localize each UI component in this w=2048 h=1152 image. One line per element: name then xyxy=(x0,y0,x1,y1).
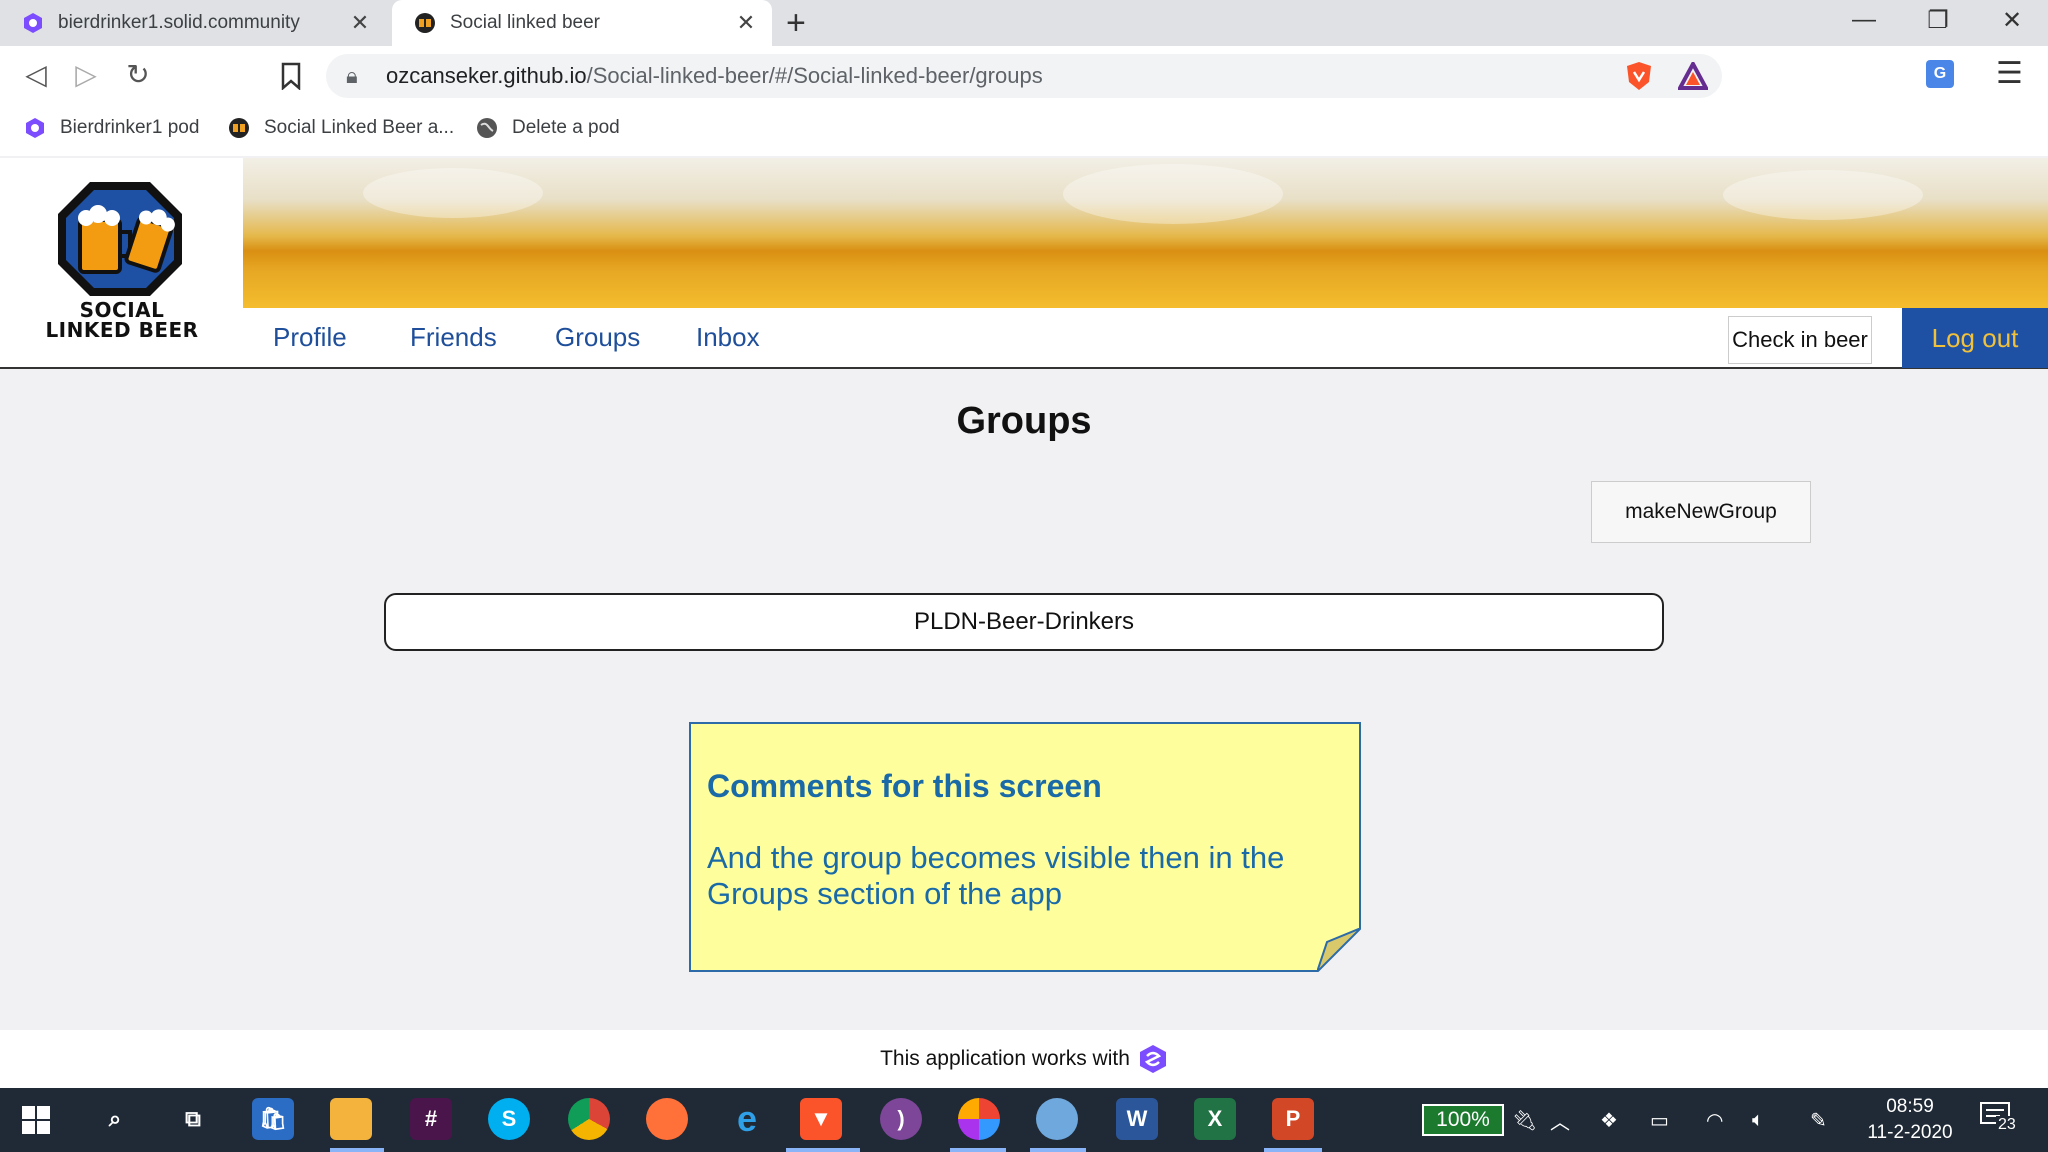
nav-friends[interactable]: Friends xyxy=(410,322,497,353)
browser-tab-bar: bierdrinker1.solid.community ✕ Social li… xyxy=(0,0,2048,46)
beer-banner xyxy=(243,158,2048,308)
app-swirl-icon[interactable] xyxy=(958,1098,1000,1140)
volume-icon[interactable]: 🔈︎ xyxy=(1752,1088,1764,1152)
url-path: /Social-linked-beer/#/Social-linked-beer… xyxy=(586,63,1043,88)
app-logo[interactable]: SOCIAL LINKED BEER xyxy=(40,180,204,350)
power-plug-icon: 🔌︎ xyxy=(1512,1109,1538,1132)
chrome-icon[interactable] xyxy=(568,1098,610,1140)
brave-icon[interactable]: ▼ xyxy=(800,1098,842,1140)
nav-inbox[interactable]: Inbox xyxy=(696,322,760,353)
beer-logo-icon xyxy=(229,118,249,138)
address-bar[interactable]: 🔒︎ ozcanseker.github.io/Social-linked-be… xyxy=(326,54,1722,98)
solid-icon xyxy=(24,13,42,33)
bookmark-social-linked-beer[interactable]: Social Linked Beer a... xyxy=(228,106,454,150)
clock-date: 11-2-2020 xyxy=(1867,1122,1953,1143)
bookmark-label: Bierdrinker1 pod xyxy=(60,117,200,138)
solid-logo-icon[interactable] xyxy=(1138,1044,1168,1074)
comment-sticky-note: Comments for this screen And the group b… xyxy=(689,722,1361,972)
make-new-group-button[interactable]: makeNewGroup xyxy=(1591,481,1811,543)
globe-app-icon[interactable] xyxy=(1036,1098,1078,1140)
notifications-icon[interactable]: 23 xyxy=(1980,1102,2020,1138)
globe-icon xyxy=(477,118,497,138)
bookmarks-bar: Bierdrinker1 pod Social Linked Beer a...… xyxy=(0,106,2048,156)
firefox-icon[interactable] xyxy=(646,1098,688,1140)
tab-social-linked-beer[interactable]: Social linked beer ✕ xyxy=(392,0,772,46)
menu-icon[interactable]: ☰ xyxy=(1996,56,2023,91)
beer-logo-icon xyxy=(415,13,435,33)
back-icon[interactable]: ◁ xyxy=(16,58,56,91)
notification-count: 23 xyxy=(1996,1116,2018,1134)
close-icon[interactable]: ✕ xyxy=(734,10,758,36)
pen-icon[interactable]: ✎ xyxy=(1810,1088,1827,1152)
word-icon[interactable]: W xyxy=(1116,1098,1158,1140)
group-list-item[interactable]: PLDN-Beer-Drinkers xyxy=(384,593,1664,651)
file-explorer-icon[interactable] xyxy=(330,1098,372,1140)
restore-icon[interactable]: ❐ xyxy=(1916,6,1960,35)
dropbox-icon[interactable]: ❖ xyxy=(1600,1088,1618,1152)
skype-icon[interactable]: S xyxy=(488,1098,530,1140)
log-out-button[interactable]: Log out xyxy=(1902,308,2048,368)
nav-groups[interactable]: Groups xyxy=(555,322,640,353)
tor-icon[interactable]: ) xyxy=(880,1098,922,1140)
tab-title: bierdrinker1.solid.community xyxy=(58,12,300,33)
store-icon[interactable]: 🛍︎ xyxy=(252,1098,294,1140)
url-host: ozcanseker.github.io xyxy=(386,63,587,88)
browser-toolbar: ◁ ▷ ↻ 🔒︎ ozcanseker.github.io/Social-lin… xyxy=(0,46,2048,106)
bookmark-bierdrinker1-pod[interactable]: Bierdrinker1 pod xyxy=(24,106,199,150)
new-tab-button[interactable]: + xyxy=(786,4,806,43)
page-title: Groups xyxy=(956,400,1092,442)
close-icon[interactable]: ✕ xyxy=(348,10,372,36)
powerpoint-icon[interactable]: P xyxy=(1272,1098,1314,1140)
footer-text: This application works with xyxy=(880,1047,1130,1070)
check-in-beer-button[interactable]: Check in beer xyxy=(1728,316,1872,364)
bookmark-delete-pod[interactable]: Delete a pod xyxy=(476,106,620,150)
system-clock[interactable]: 08:59 11-2-2020 xyxy=(1862,1094,1958,1146)
note-title: Comments for this screen xyxy=(707,768,1102,804)
app-header: SOCIAL LINKED BEER Profile Friends Group… xyxy=(0,158,2048,369)
windows-taskbar: ⌕ ⧉ 🛍︎ # S e ▼ ) W X P 100% 🔌︎ ︿ ❖ ▭ ◠ 🔈… xyxy=(0,1088,2048,1152)
note-body: And the group becomes visible then in th… xyxy=(707,840,1285,911)
search-icon[interactable]: ⌕ xyxy=(94,1098,136,1140)
beer-mugs-logo xyxy=(58,182,182,296)
forward-icon[interactable]: ▷ xyxy=(66,58,106,91)
nav-profile[interactable]: Profile xyxy=(273,322,347,353)
windows-start-icon[interactable] xyxy=(22,1106,50,1134)
app-footer: This application works with xyxy=(0,1030,2048,1088)
edge-icon[interactable]: e xyxy=(726,1098,768,1140)
bookmark-label: Delete a pod xyxy=(512,117,620,138)
solid-icon xyxy=(26,118,44,138)
tab-bierdrinker1[interactable]: bierdrinker1.solid.community ✕ xyxy=(0,0,386,46)
reload-icon[interactable]: ↻ xyxy=(118,58,158,91)
bookmark-icon[interactable] xyxy=(280,62,302,90)
chevron-up-icon[interactable]: ︿ xyxy=(1550,1088,1570,1152)
translate-icon[interactable]: G xyxy=(1926,60,1954,88)
slack-icon[interactable]: # xyxy=(410,1098,452,1140)
bookmark-label: Social Linked Beer a... xyxy=(264,117,455,138)
battery-tray-icon[interactable]: ▭ xyxy=(1650,1088,1669,1152)
brave-shields-icon[interactable] xyxy=(1624,60,1654,92)
window-close-icon[interactable]: ✕ xyxy=(1990,6,2034,35)
excel-icon[interactable]: X xyxy=(1194,1098,1236,1140)
wifi-icon[interactable]: ◠ xyxy=(1706,1088,1723,1152)
logo-text: SOCIAL LINKED BEER xyxy=(45,298,199,342)
task-view-icon[interactable]: ⧉ xyxy=(172,1098,214,1140)
minimize-icon[interactable]: — xyxy=(1842,6,1886,34)
brave-rewards-icon[interactable] xyxy=(1678,62,1708,90)
tab-title: Social linked beer xyxy=(450,12,600,33)
battery-indicator[interactable]: 100% xyxy=(1422,1104,1504,1136)
lock-icon: 🔒︎ xyxy=(346,63,358,88)
page-fold-icon xyxy=(1317,928,1361,972)
clock-time: 08:59 xyxy=(1886,1096,1934,1117)
